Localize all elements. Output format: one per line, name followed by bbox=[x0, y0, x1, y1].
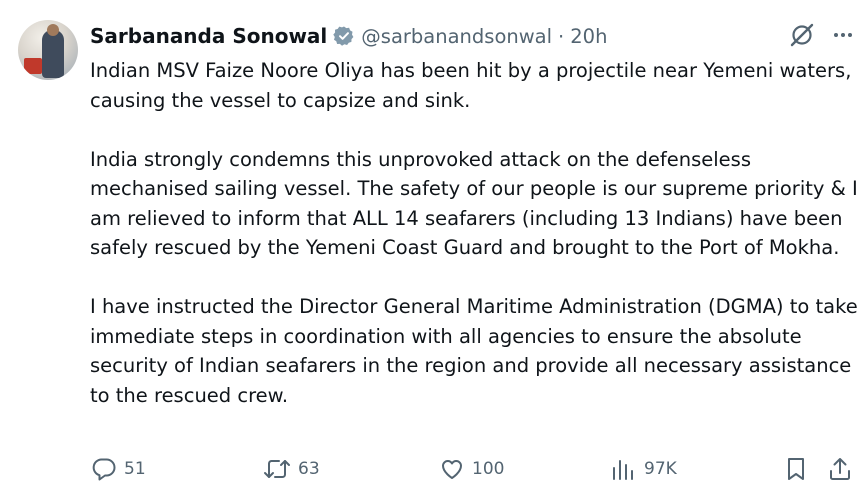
header-separator: · bbox=[558, 24, 565, 48]
share-button[interactable] bbox=[826, 455, 854, 483]
tweet-actions: 51 63 100 97K bbox=[90, 455, 855, 485]
grok-icon[interactable] bbox=[789, 22, 815, 48]
bookmark-button[interactable] bbox=[782, 455, 810, 483]
tweet-timestamp[interactable]: 20h bbox=[570, 25, 607, 48]
reply-button[interactable]: 51 bbox=[90, 455, 146, 483]
tweet-text: Indian MSV Faize Noore Oliya has been hi… bbox=[90, 56, 860, 410]
like-count: 100 bbox=[472, 459, 505, 479]
verified-badge-icon[interactable] bbox=[333, 25, 355, 47]
avatar[interactable] bbox=[18, 20, 78, 80]
reply-count: 51 bbox=[124, 459, 146, 479]
tweet-header: Sarbananda Sonowal @sarbanandsonwal · 20… bbox=[90, 22, 867, 50]
views-count: 97K bbox=[644, 459, 677, 479]
author-handle[interactable]: @sarbanandsonwal bbox=[361, 25, 552, 48]
repost-icon bbox=[262, 455, 292, 483]
bookmark-icon bbox=[782, 455, 810, 483]
views-button[interactable]: 97K bbox=[610, 455, 677, 483]
tweet-paragraph: I have instructed the Director General M… bbox=[90, 295, 858, 407]
more-icon[interactable] bbox=[831, 23, 855, 47]
repost-button[interactable]: 63 bbox=[262, 455, 320, 483]
tweet-paragraph: Indian MSV Faize Noore Oliya has been hi… bbox=[90, 59, 852, 112]
like-icon bbox=[438, 455, 466, 483]
share-icon bbox=[826, 455, 854, 483]
like-button[interactable]: 100 bbox=[438, 455, 504, 483]
repost-count: 63 bbox=[298, 459, 320, 479]
tweet-paragraph: India strongly condemns this unprovoked … bbox=[90, 147, 858, 260]
tweet-top-actions bbox=[789, 22, 855, 48]
views-icon bbox=[610, 455, 638, 483]
reply-icon bbox=[90, 455, 118, 483]
author-name[interactable]: Sarbananda Sonowal bbox=[90, 24, 327, 48]
